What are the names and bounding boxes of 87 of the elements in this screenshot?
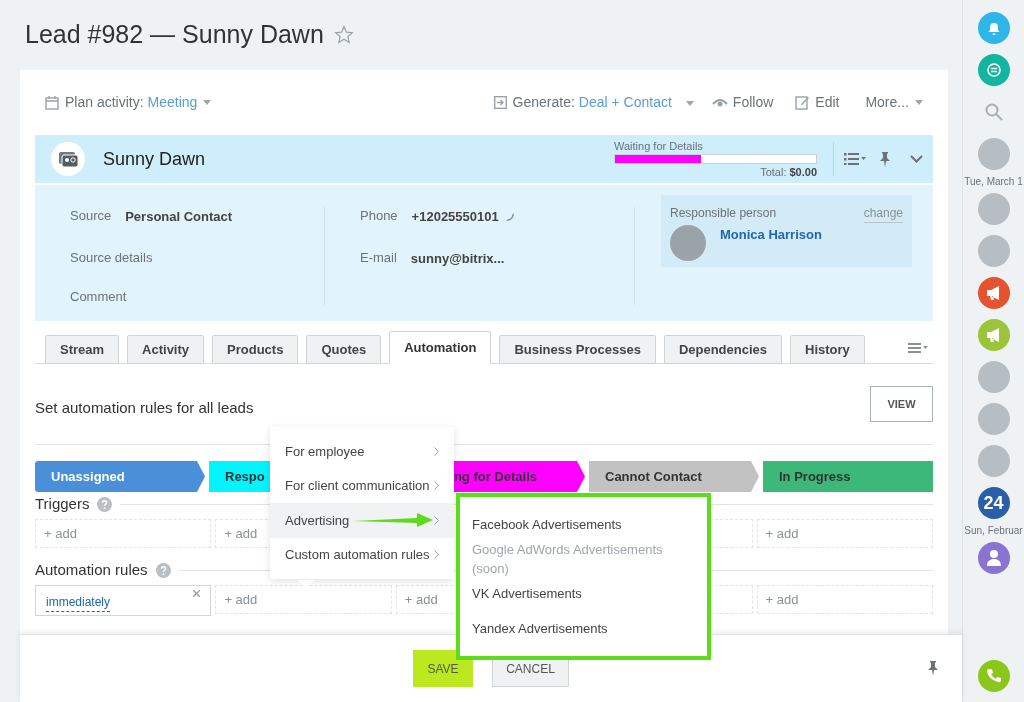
total-value: $0.00 bbox=[789, 165, 817, 180]
plan-activity-label: Plan activity: bbox=[65, 93, 144, 112]
page-title: Lead #982 — Sunny Dawn bbox=[25, 19, 324, 51]
stage-label: Cannot Contact bbox=[605, 467, 702, 486]
calendar-day-badge[interactable]: 24 bbox=[977, 487, 1010, 519]
section-title: Automation rules bbox=[35, 559, 148, 580]
total-label: Total: bbox=[760, 165, 787, 180]
caret-icon bbox=[685, 100, 694, 106]
list-icon[interactable] bbox=[844, 153, 866, 165]
avatar-placeholder bbox=[670, 225, 706, 261]
more-button[interactable]: More... bbox=[865, 92, 923, 113]
chevron-right-icon bbox=[434, 550, 439, 560]
user-icon[interactable] bbox=[977, 542, 1010, 574]
avatar-placeholder[interactable] bbox=[977, 193, 1010, 225]
view-button[interactable]: VIEW bbox=[870, 386, 933, 422]
save-button[interactable]: SAVE bbox=[413, 650, 473, 687]
field-label: E-mail bbox=[360, 248, 397, 267]
eye-icon bbox=[711, 97, 728, 108]
chevron-right-icon bbox=[434, 446, 439, 456]
field-value: sunny@bitrix... bbox=[410, 249, 505, 268]
tab[interactable]: Quotes bbox=[306, 335, 382, 364]
tab[interactable]: Automation bbox=[389, 331, 492, 364]
avatar-placeholder[interactable] bbox=[977, 235, 1010, 267]
date-label: Sun, Februar bbox=[964, 524, 1023, 538]
date-label: Tue, March 1 bbox=[964, 175, 1023, 189]
add-slot[interactable]: + add bbox=[35, 519, 212, 548]
close-icon[interactable] bbox=[193, 590, 201, 597]
tab[interactable]: History bbox=[790, 335, 865, 364]
search-icon[interactable] bbox=[984, 103, 1003, 121]
avatar-placeholder[interactable] bbox=[977, 361, 1010, 393]
delay-link[interactable]: immediately bbox=[46, 593, 111, 612]
stage-bar[interactable]: In Progress bbox=[763, 461, 933, 492]
avatar-placeholder[interactable] bbox=[977, 138, 1010, 170]
submenu-item[interactable]: Yandex Advertisements bbox=[460, 611, 707, 646]
stage-label: Unassigned bbox=[51, 467, 125, 486]
caret-icon bbox=[915, 100, 923, 105]
stage-label: ng for Details bbox=[453, 467, 537, 486]
pin-icon[interactable] bbox=[928, 661, 938, 676]
stage-label: In Progress bbox=[779, 467, 851, 486]
tab[interactable]: Dependencies bbox=[663, 335, 783, 364]
menu-icon[interactable] bbox=[908, 343, 928, 353]
field-label: Source bbox=[70, 207, 112, 225]
stage-bar[interactable]: Cannot Contact bbox=[589, 461, 759, 492]
automation-title: Set automation rules for all leads bbox=[35, 397, 254, 418]
follow-button[interactable]: Follow bbox=[711, 92, 774, 113]
avatar-placeholder[interactable] bbox=[977, 403, 1010, 435]
tab[interactable]: Products bbox=[212, 335, 299, 364]
field-value: Personal Contact bbox=[125, 208, 233, 226]
field-label: Comment bbox=[70, 287, 127, 305]
pin-icon[interactable] bbox=[880, 151, 890, 167]
submenu-item[interactable]: VK Advertisements bbox=[460, 576, 707, 612]
edit-icon bbox=[795, 95, 811, 110]
field-label: Source details bbox=[70, 248, 153, 266]
stage-label: Waiting for Details bbox=[614, 138, 703, 154]
stage-bar[interactable]: Unassigned bbox=[35, 461, 205, 492]
chevron-down-icon[interactable] bbox=[910, 155, 923, 163]
stage-label: Respo bbox=[225, 467, 265, 486]
megaphone-icon[interactable] bbox=[977, 319, 1010, 351]
responsible-label: Responsible person bbox=[670, 205, 777, 222]
edit-button[interactable]: Edit bbox=[795, 92, 840, 113]
lead-name: Sunny Dawn bbox=[103, 147, 206, 171]
generate-icon bbox=[493, 96, 507, 109]
star-icon[interactable] bbox=[333, 25, 354, 45]
chat-icon[interactable] bbox=[977, 54, 1010, 86]
phone-icon[interactable] bbox=[977, 660, 1010, 692]
submenu-item[interactable]: Facebook Advertisements bbox=[460, 507, 707, 542]
tab[interactable]: Business Processes bbox=[499, 335, 656, 364]
chevron-right-icon bbox=[434, 515, 439, 525]
responsible-name[interactable]: Monica Harrison bbox=[720, 225, 822, 261]
contact-card-icon bbox=[51, 142, 85, 176]
field-label: Phone bbox=[360, 207, 398, 225]
caret-icon bbox=[203, 100, 212, 105]
phone-icon[interactable] bbox=[504, 211, 515, 222]
section-title: Triggers bbox=[35, 493, 90, 514]
menu-item[interactable]: Custom automation rules bbox=[270, 537, 454, 572]
tab[interactable]: Stream bbox=[45, 335, 120, 364]
megaphone-icon[interactable] bbox=[977, 277, 1010, 309]
avatar-placeholder[interactable] bbox=[977, 445, 1010, 477]
field-value: +12025550101 bbox=[411, 208, 499, 226]
chevron-right-icon bbox=[434, 481, 439, 491]
menu-item[interactable]: Advertising bbox=[270, 503, 454, 538]
help-icon[interactable] bbox=[97, 496, 113, 512]
tab[interactable]: Activity bbox=[127, 335, 205, 364]
calendar-icon bbox=[45, 95, 59, 110]
help-icon[interactable] bbox=[155, 562, 171, 578]
generate-label: Generate: bbox=[512, 93, 575, 112]
bell-icon[interactable] bbox=[977, 12, 1010, 44]
